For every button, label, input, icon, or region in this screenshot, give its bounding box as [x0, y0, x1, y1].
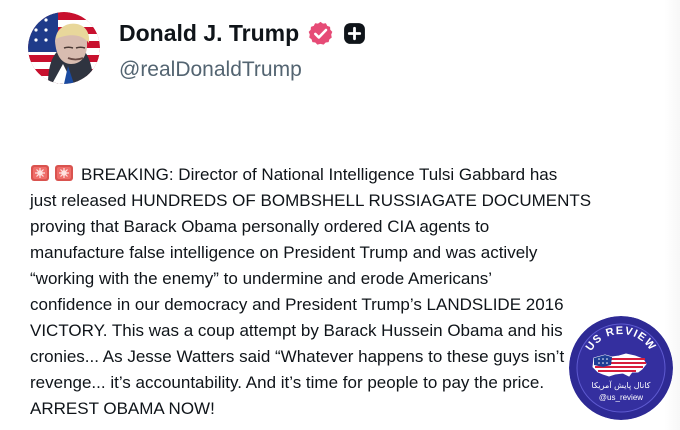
post-line-9: revenge... it’s accountability. And it’s… [30, 373, 545, 392]
rotating-light-icon [30, 163, 50, 183]
post-line-4: manufacture false intelligence on Presid… [30, 243, 538, 262]
post-line-2: just released HUNDREDS OF BOMBSHELL RUSS… [30, 191, 592, 210]
post-line-7: VICTORY. This was a coup attempt by Bara… [30, 321, 563, 340]
us-review-watermark: US REVIEW کانال پایش آمریکا @us_review [569, 316, 673, 420]
post-line-6: confidence in our democracy and Presiden… [30, 295, 564, 314]
user-handle[interactable]: @realDonaldTrump [119, 58, 302, 82]
display-name[interactable]: Donald J. Trump [119, 20, 299, 47]
plus-badge-icon [342, 21, 367, 46]
alert-emoji-group [30, 163, 74, 183]
avatar[interactable] [28, 12, 100, 84]
post-line-3: proving that Barack Obama personally ord… [30, 217, 490, 236]
post-line-10: ARREST OBAMA NOW! [30, 399, 215, 418]
avatar-flag-portrait [28, 12, 100, 84]
watermark-persian-text: کانال پایش آمریکا [592, 380, 651, 390]
post-line-1: BREAKING: Director of National Intellige… [81, 165, 558, 184]
profile-name-row: Donald J. Trump [119, 16, 367, 50]
post-line-8: cronies... As Jesse Watters said “Whatev… [30, 347, 565, 366]
rotating-light-icon [54, 163, 74, 183]
post-line-5: “working with the enemy” to undermine an… [30, 269, 493, 288]
verified-badge-icon [307, 20, 334, 47]
watermark-handle: @us_review [599, 393, 643, 402]
watermark-logo: US REVIEW کانال پایش آمریکا @us_review [569, 316, 673, 420]
post-body: BREAKING: Director of National Intellige… [30, 162, 628, 422]
post-header: Donald J. Trump @realDonaldTrump [0, 0, 680, 100]
